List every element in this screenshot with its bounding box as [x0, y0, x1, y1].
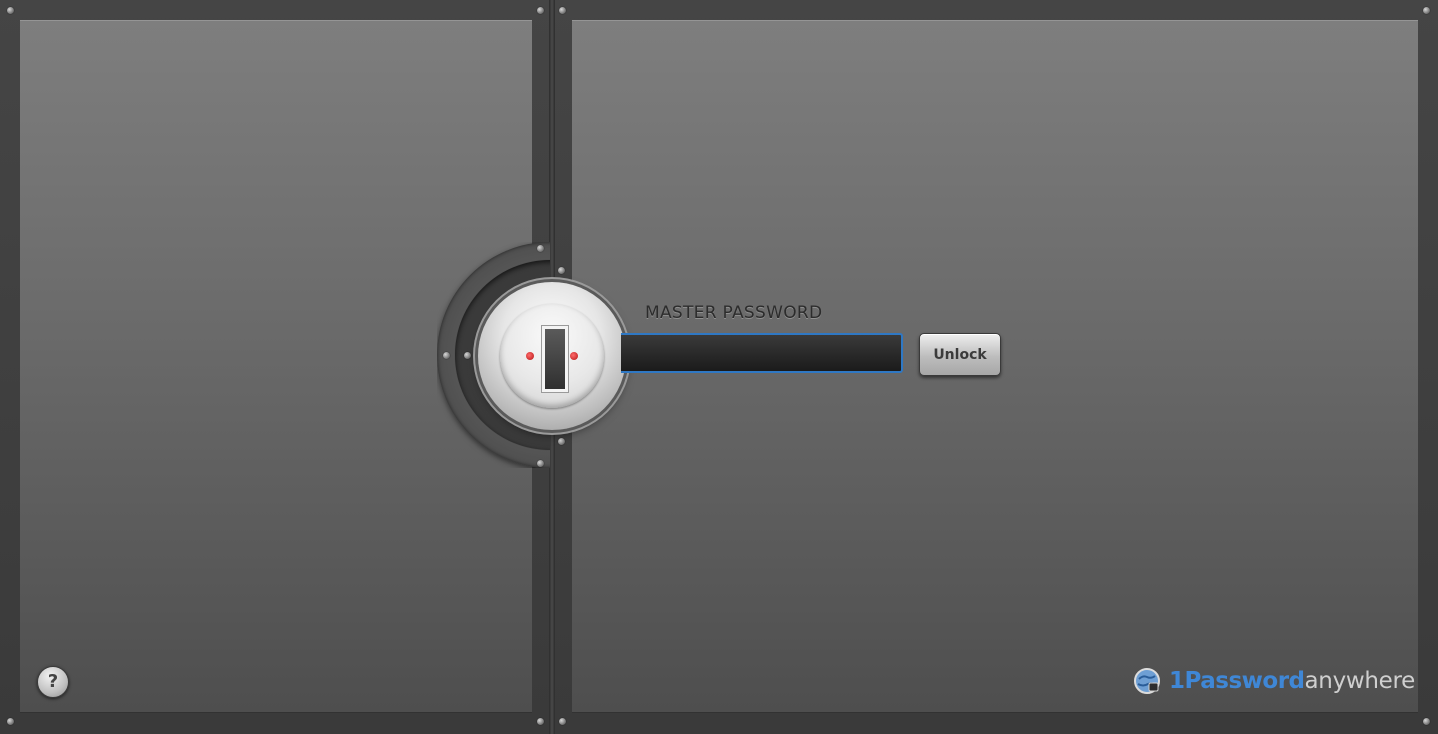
bolt-icon [1423, 718, 1430, 725]
bolt-icon [1423, 7, 1430, 14]
bolt-icon [537, 460, 544, 467]
bolt-icon [7, 7, 14, 14]
bolt-icon [537, 7, 544, 14]
keyhole-icon [542, 326, 568, 392]
vault-door: MASTER PASSWORD Unlock ? 1Password anywh… [0, 0, 1438, 734]
logo-suffix-text: anywhere [1304, 668, 1416, 694]
bolt-icon [559, 7, 566, 14]
bolt-icon [537, 718, 544, 725]
unlock-button[interactable]: Unlock [919, 333, 1001, 376]
lock-face [500, 304, 604, 408]
master-password-label: MASTER PASSWORD [645, 303, 823, 323]
bolt-icon [443, 352, 450, 359]
indicator-dot [526, 352, 534, 360]
bolt-icon [7, 718, 14, 725]
lock-dial-icon [478, 282, 626, 430]
bolt-icon [464, 352, 471, 359]
bolt-icon [559, 718, 566, 725]
app-logo: 1Password anywhere [1133, 664, 1415, 698]
bolt-icon [558, 438, 565, 445]
bolt-icon [558, 267, 565, 274]
bolt-icon [537, 245, 544, 252]
logo-brand-text: 1Password [1169, 668, 1305, 694]
help-icon[interactable]: ? [37, 666, 69, 698]
indicator-dot [570, 352, 578, 360]
master-password-input[interactable] [621, 333, 903, 373]
globe-logo-icon [1134, 668, 1160, 694]
